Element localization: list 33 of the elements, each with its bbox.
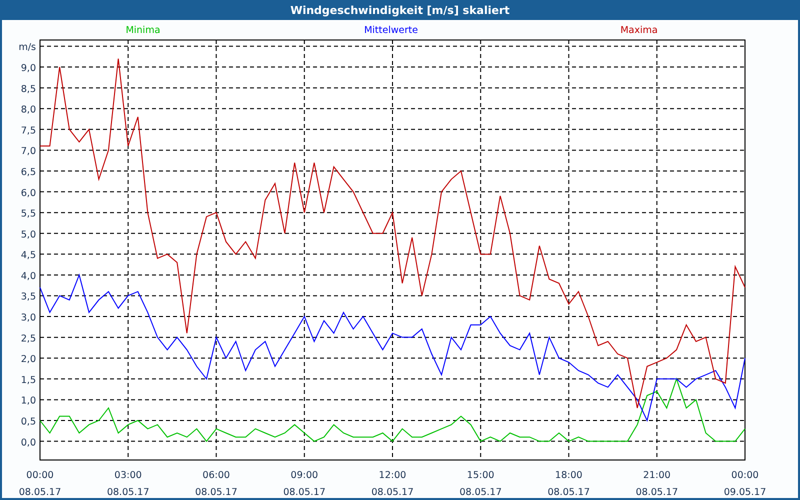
y-tick-label: 3,5	[20, 292, 36, 303]
y-tick-label: 4,5	[20, 250, 36, 262]
x-tick-label: 06:00 08.05.17	[195, 470, 238, 498]
x-tick-label: 15:00 08.05.17	[459, 470, 502, 498]
x-tick-label: 03:00 08.05.17	[106, 470, 150, 498]
y-tick-label: 6,5	[20, 167, 36, 178]
y-tick-label: 8,0	[20, 104, 36, 116]
x-tick-label: 00:00 09.05.17	[724, 470, 766, 498]
axis-unit-label: m/s	[18, 42, 36, 54]
y-tick-label: 2,0	[20, 354, 36, 366]
x-tick-label: 09:00 08.05.17	[283, 470, 326, 498]
y-tick-label: 1,5	[20, 374, 36, 386]
x-tick-label: 00:00 08.05.17	[18, 470, 62, 498]
y-tick-label: 1,0	[20, 396, 36, 407]
window-title: Windgeschwindigkeit [m/s] skaliert	[290, 4, 510, 16]
legend-label: Minima	[126, 25, 160, 36]
y-tick-label: 3,0	[20, 312, 36, 324]
y-tick-label: 8,5	[20, 84, 36, 95]
x-tick-label: 12:00 08.05.17	[371, 470, 414, 498]
y-tick-label: 0,0	[20, 437, 36, 448]
legend-label: Maxima	[620, 25, 658, 36]
y-tick-label: 0,5	[20, 416, 36, 428]
y-tick-label: 7,0	[20, 146, 36, 158]
legend-label: Mittelwerte	[364, 25, 418, 36]
y-tick-label: 2,5	[20, 333, 36, 344]
x-tick-label: 18:00 08.05.17	[548, 470, 590, 498]
y-tick-label: 9,0	[20, 63, 36, 74]
x-tick-label: 21:00 08.05.17	[636, 470, 678, 498]
y-tick-label: 5,0	[20, 229, 36, 240]
y-tick-label: 4,0	[20, 270, 36, 282]
y-tick-label: 6,0	[20, 188, 36, 199]
y-tick-label: 7,5	[20, 125, 36, 136]
y-tick-label: 5,5	[20, 208, 36, 220]
